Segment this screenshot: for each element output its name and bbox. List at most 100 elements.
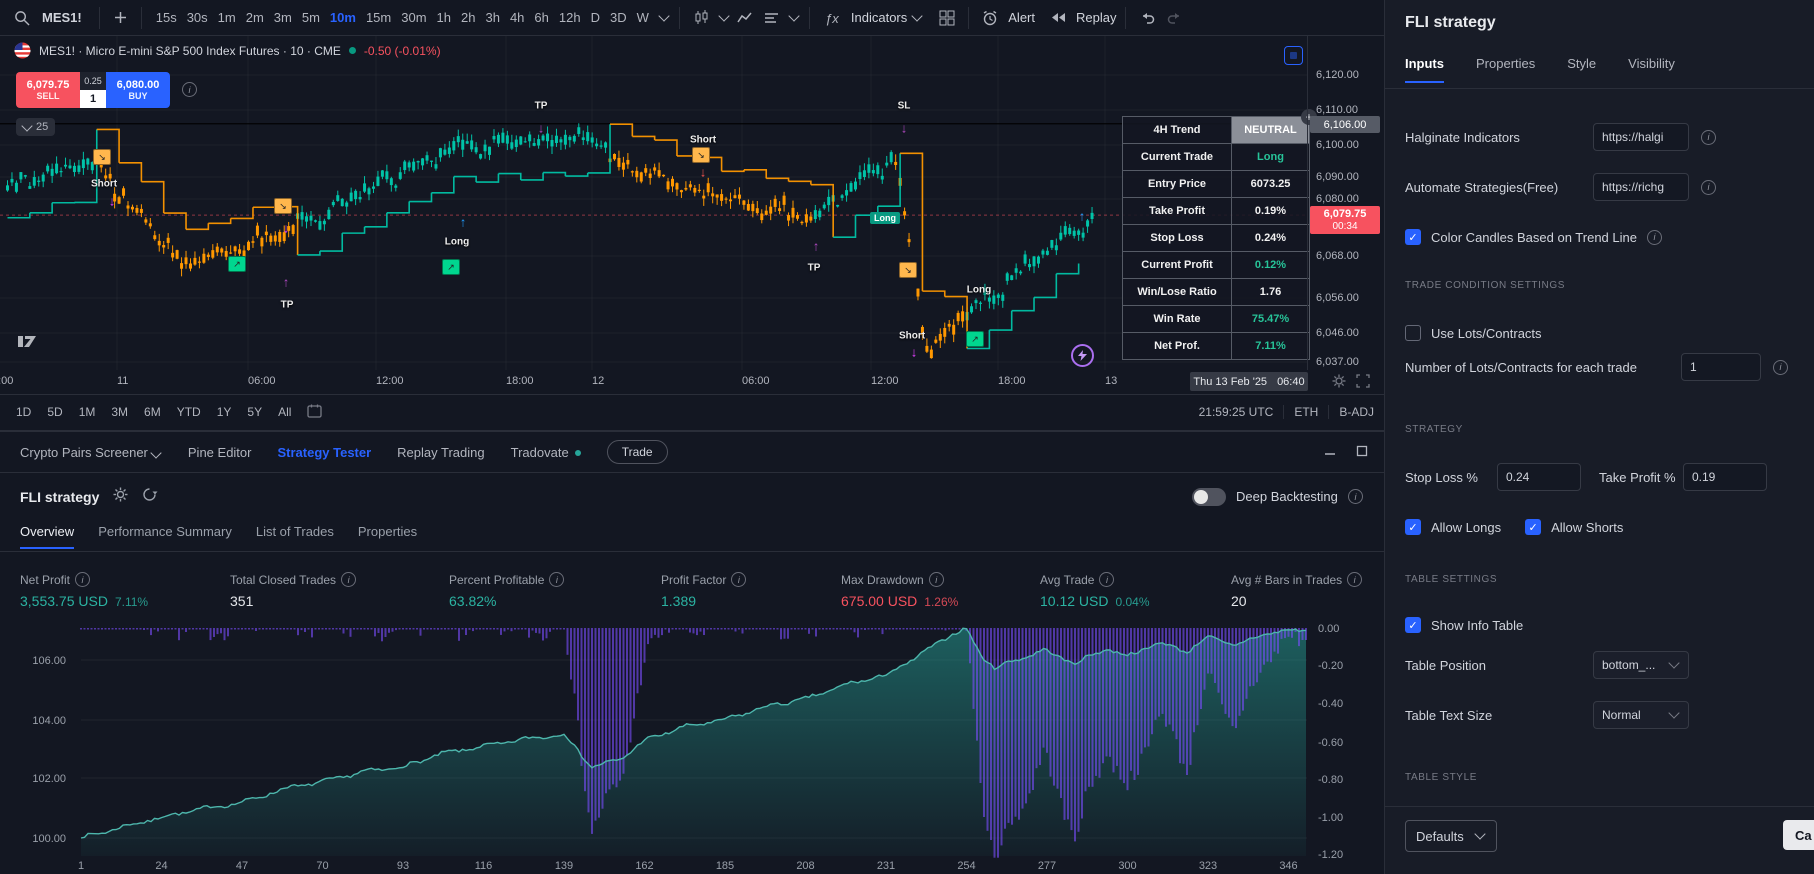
take-profit-input[interactable] bbox=[1683, 463, 1767, 491]
range-ytd[interactable]: YTD bbox=[177, 405, 201, 419]
deep-backtesting-toggle[interactable] bbox=[1192, 487, 1226, 506]
dialog-tab-properties[interactable]: Properties bbox=[1476, 56, 1535, 83]
marker-label-short[interactable]: Short bbox=[690, 135, 716, 146]
info-icon[interactable]: i bbox=[1701, 179, 1716, 195]
interval-15m[interactable]: 15m bbox=[361, 7, 396, 28]
interval-2h[interactable]: 2h bbox=[456, 7, 480, 28]
marker-green-box[interactable]: ↗ bbox=[228, 256, 246, 272]
time-axis[interactable]: Thu 13 Feb '25 06:40 8:00 11 06:00 12:00 18:… bbox=[0, 370, 1384, 395]
range-5y[interactable]: 5Y bbox=[247, 405, 262, 419]
interval-3h[interactable]: 3h bbox=[480, 7, 504, 28]
defaults-dropdown[interactable]: Defaults bbox=[1405, 820, 1497, 852]
session-eth[interactable]: ETH bbox=[1294, 405, 1318, 419]
marker-label-tp[interactable]: TP bbox=[808, 263, 821, 274]
dialog-tab-style[interactable]: Style bbox=[1567, 56, 1596, 83]
interval-D[interactable]: D bbox=[586, 7, 605, 28]
table-position-select[interactable]: bottom_... bbox=[1593, 651, 1689, 679]
price-axis[interactable]: 6,120.00 6,110.00 6,100.00 6,090.00 6,080.00… bbox=[1307, 36, 1385, 370]
range-all[interactable]: All bbox=[278, 405, 291, 419]
show-info-table-checkbox[interactable]: ✓ bbox=[1405, 617, 1421, 633]
marker-label-short[interactable]: Short bbox=[899, 331, 925, 342]
minimize-panel-icon[interactable] bbox=[1324, 444, 1336, 460]
marker-orange-box[interactable]: ↘ bbox=[274, 198, 292, 214]
range-1d[interactable]: 1D bbox=[16, 405, 31, 419]
range-3m[interactable]: 3M bbox=[111, 405, 128, 419]
templates-icon[interactable] bbox=[759, 10, 784, 25]
buy-button[interactable]: 6,080.00 BUY bbox=[106, 72, 170, 108]
regenerate-report-icon[interactable] bbox=[142, 487, 158, 507]
marker-arrow-down[interactable]: ↓ bbox=[700, 165, 707, 180]
info-icon[interactable]: i bbox=[928, 572, 944, 587]
symbol-search-button[interactable]: MES1! bbox=[42, 10, 82, 25]
marker-green-box[interactable]: ↗ bbox=[966, 331, 984, 347]
panel-tab-strategy-tester[interactable]: Strategy Tester bbox=[277, 445, 371, 460]
interval-30m[interactable]: 30m bbox=[396, 7, 431, 28]
range-5d[interactable]: 5D bbox=[47, 405, 62, 419]
undo-icon[interactable] bbox=[1135, 10, 1160, 25]
interval-3m[interactable]: 3m bbox=[269, 7, 297, 28]
cancel-button[interactable]: Ca bbox=[1783, 820, 1814, 850]
market-status-dot[interactable] bbox=[348, 47, 356, 54]
quantity-value[interactable]: 1 bbox=[80, 90, 106, 108]
alert-button[interactable]: Alert bbox=[1008, 10, 1035, 25]
marker-green-box[interactable]: ↗ bbox=[442, 259, 460, 275]
equity-curve-chart[interactable]: 106.00 104.00 102.00 100.00 0.00 -0.20 -0.40 -0… bbox=[0, 619, 1384, 874]
range-1y[interactable]: 1Y bbox=[217, 405, 232, 419]
replay-icon[interactable] bbox=[1047, 11, 1070, 24]
info-table[interactable]: + 4H Trend NEUTRAL Current Trade Long Entry … bbox=[1122, 109, 1317, 360]
strategy-settings-gear-icon[interactable] bbox=[113, 487, 128, 507]
marker-arrow-down[interactable]: ↓ bbox=[538, 121, 545, 136]
marker-orange-box[interactable]: ↘ bbox=[899, 262, 917, 278]
report-tab-performance-summary[interactable]: Performance Summary bbox=[98, 524, 232, 547]
panel-tab-crypto-pairs-screener[interactable]: Crypto Pairs Screener bbox=[20, 445, 162, 460]
marker-label-long[interactable]: Long bbox=[445, 237, 469, 248]
panel-tab-tradovate[interactable]: Tradovate bbox=[511, 445, 581, 460]
info-icon[interactable]: i bbox=[1347, 572, 1363, 587]
range-1m[interactable]: 1M bbox=[79, 405, 96, 419]
marker-arrow-down[interactable]: ↓ bbox=[901, 121, 908, 136]
search-icon[interactable] bbox=[10, 10, 34, 26]
indicators-caret[interactable] bbox=[911, 10, 923, 22]
interval-1h[interactable]: 1h bbox=[432, 7, 456, 28]
dialog-tab-inputs[interactable]: Inputs bbox=[1405, 56, 1444, 83]
use-lots-checkbox[interactable]: ✓ bbox=[1405, 325, 1421, 341]
symbol-title[interactable]: MES1! · Micro E-mini S&P 500 Index Futur… bbox=[39, 44, 341, 58]
maximize-chart-icon[interactable] bbox=[1284, 46, 1303, 65]
marker-arrow-up[interactable]: ↑ bbox=[813, 239, 820, 254]
report-tab-overview[interactable]: Overview bbox=[20, 524, 75, 549]
interval-30s[interactable]: 30s bbox=[182, 7, 213, 28]
report-tab-properties[interactable]: Properties bbox=[358, 524, 417, 547]
assistant-icon[interactable] bbox=[1071, 344, 1094, 367]
goto-date-icon[interactable] bbox=[307, 404, 323, 421]
color-candles-checkbox[interactable]: ✓ bbox=[1405, 229, 1421, 245]
alert-clock-icon[interactable] bbox=[978, 10, 1002, 26]
panel-tab-replay-trading[interactable]: Replay Trading bbox=[397, 445, 484, 460]
report-tab-list-of-trades[interactable]: List of Trades bbox=[256, 524, 334, 547]
info-icon[interactable]: i bbox=[549, 572, 565, 587]
line-tools-icon[interactable] bbox=[732, 10, 757, 25]
marker-arrow-up[interactable]: ↑ bbox=[1079, 209, 1086, 224]
marker-label-sl[interactable]: SL bbox=[898, 101, 911, 112]
chart-style-caret[interactable] bbox=[718, 10, 730, 22]
interval-15s[interactable]: 15s bbox=[151, 7, 182, 28]
stop-loss-input[interactable] bbox=[1497, 463, 1581, 491]
indicators-button[interactable]: Indicators bbox=[851, 10, 907, 25]
range-6m[interactable]: 6M bbox=[144, 405, 161, 419]
table-text-size-select[interactable]: Normal bbox=[1593, 701, 1689, 729]
interval-2m[interactable]: 2m bbox=[241, 7, 269, 28]
panel-tab-pine-editor[interactable]: Pine Editor bbox=[188, 445, 252, 460]
interval-6h[interactable]: 6h bbox=[529, 7, 553, 28]
interval-dropdown-caret[interactable] bbox=[658, 10, 670, 22]
axis-settings-gear-icon[interactable] bbox=[1332, 374, 1346, 393]
info-icon[interactable]: i bbox=[1701, 129, 1716, 145]
marker-long-box[interactable]: Long bbox=[870, 212, 900, 224]
order-info-icon[interactable]: i bbox=[182, 82, 197, 97]
marker-arrow-down[interactable]: ↓ bbox=[911, 345, 918, 360]
interval-10m[interactable]: 10m bbox=[325, 7, 361, 28]
marker-arrow-up[interactable]: ↑ bbox=[460, 215, 467, 230]
info-icon[interactable]: i bbox=[1646, 229, 1662, 245]
interval-3D[interactable]: 3D bbox=[605, 7, 632, 28]
marker-arrow-up[interactable]: ↑ bbox=[283, 275, 290, 290]
tradingview-logo[interactable] bbox=[18, 332, 44, 352]
maximize-panel-icon[interactable] bbox=[1356, 444, 1368, 460]
